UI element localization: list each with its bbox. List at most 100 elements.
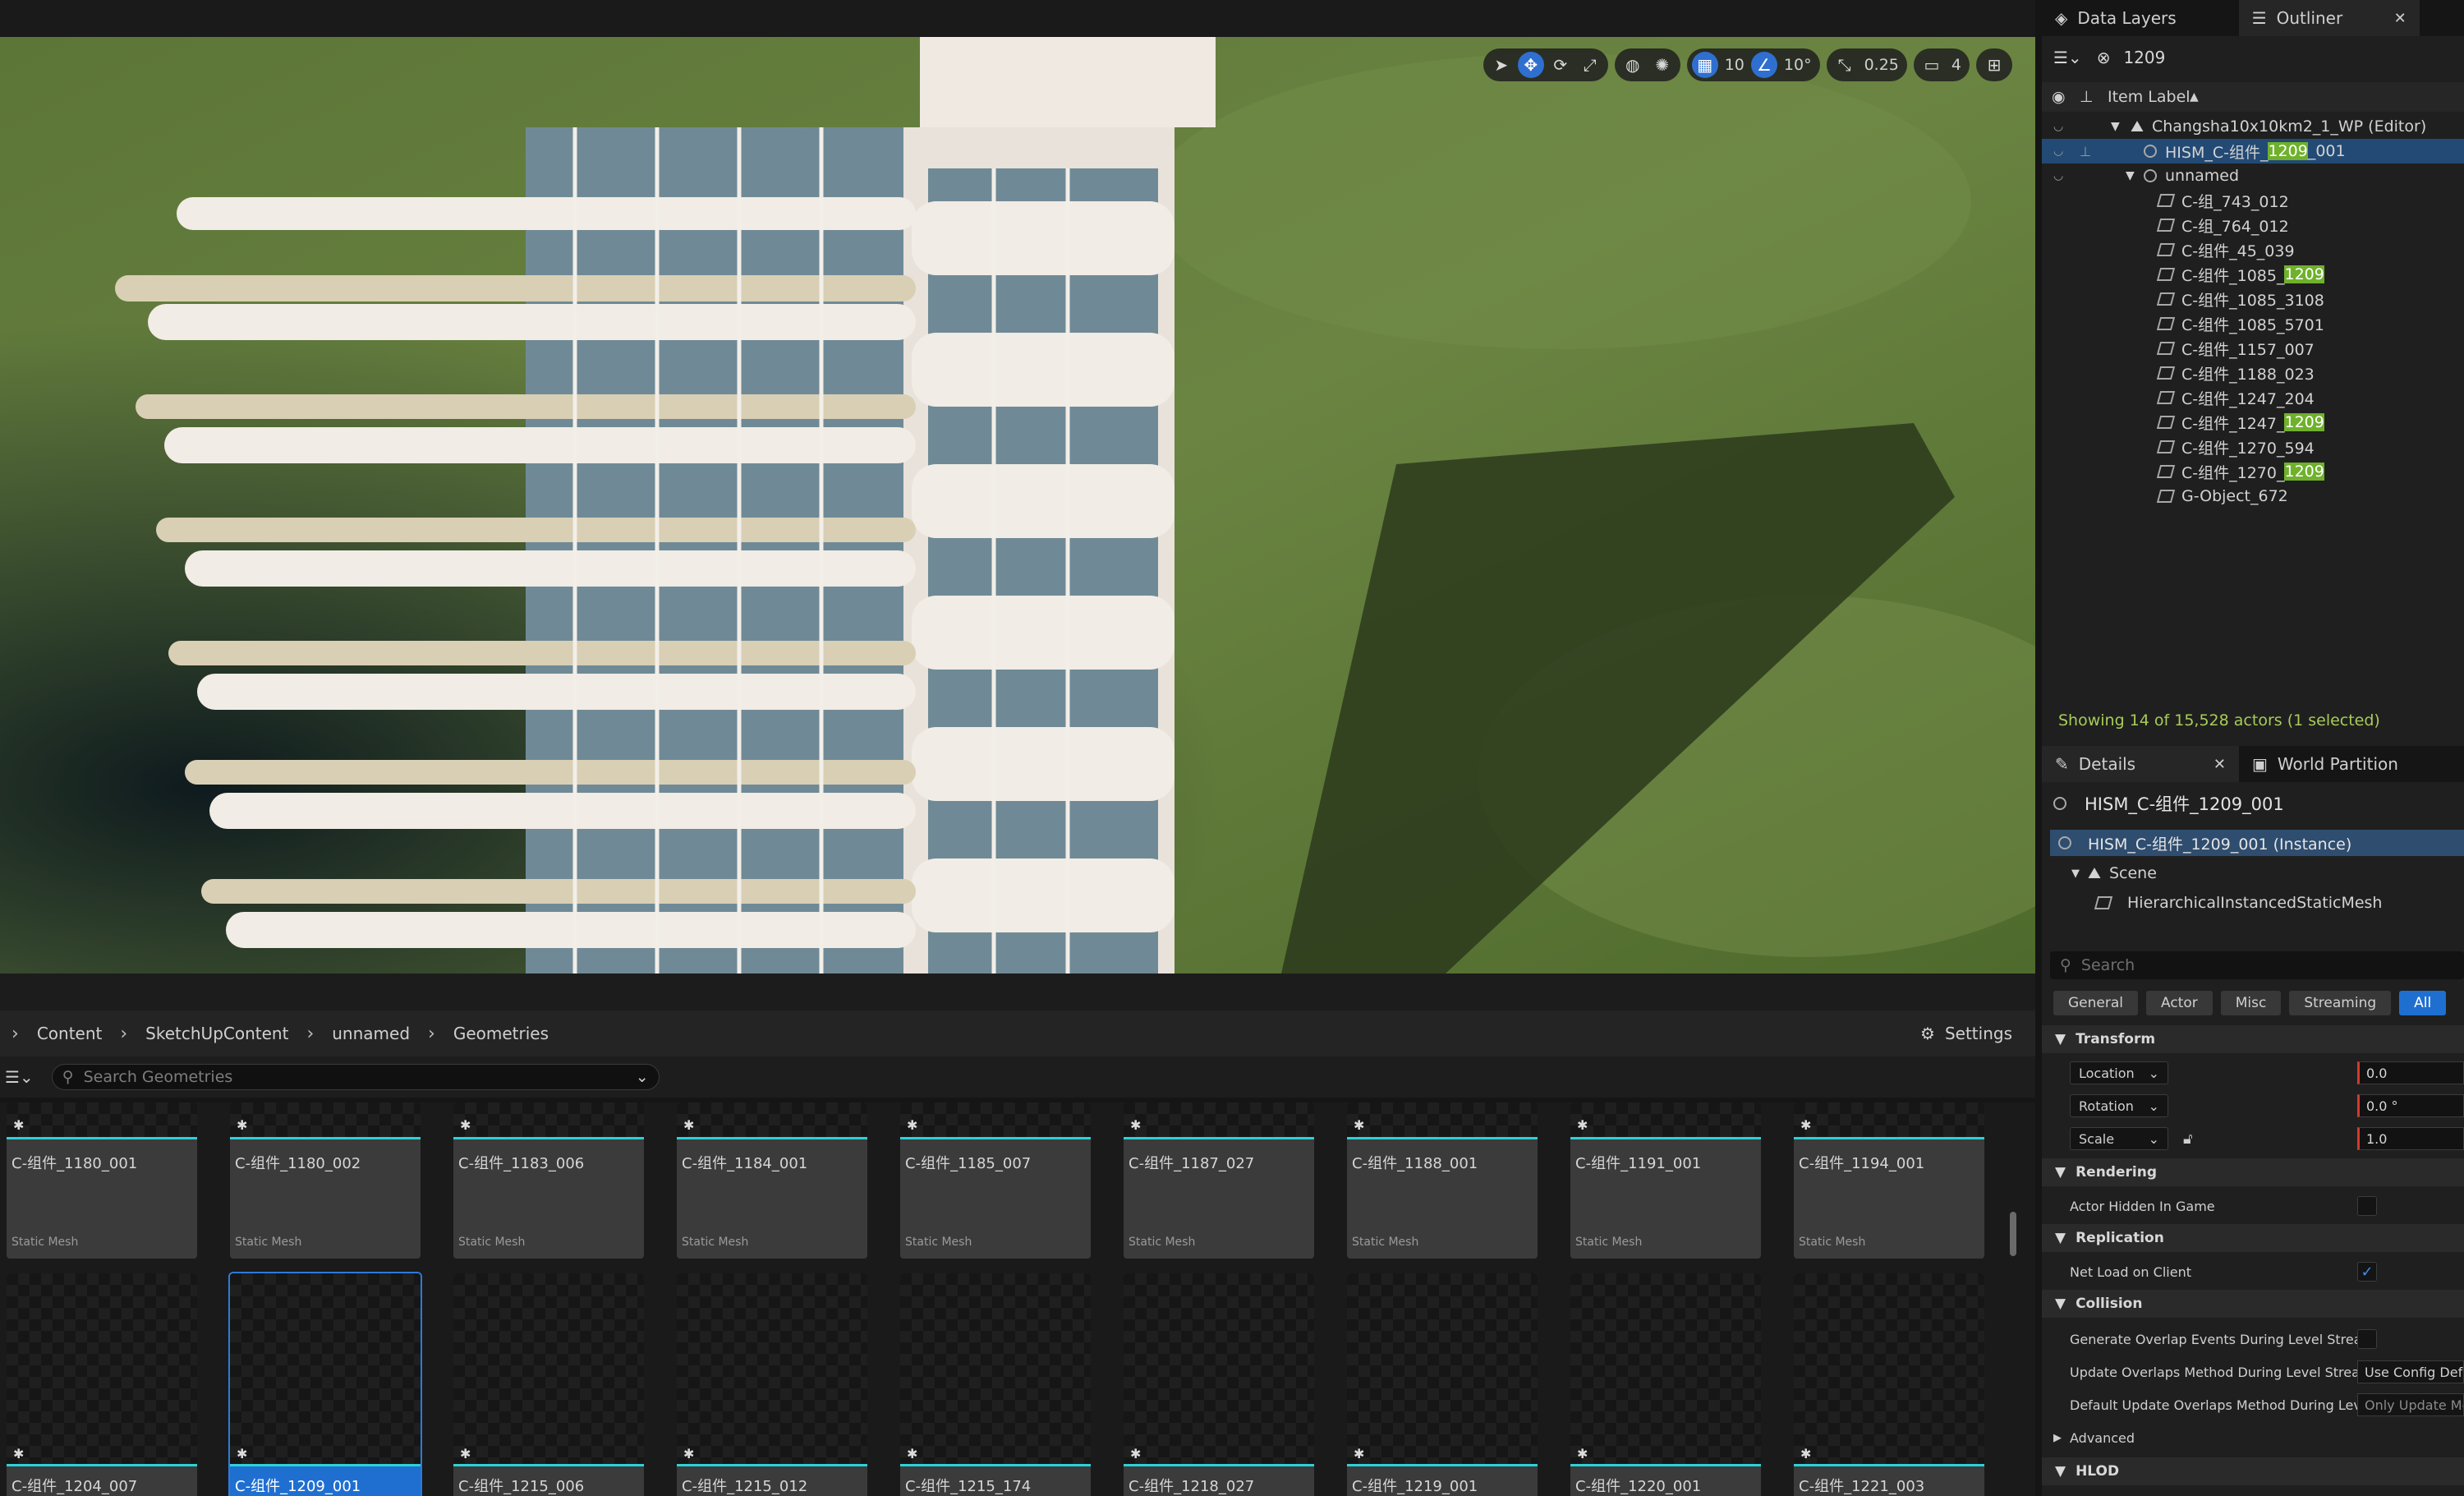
camera-speed-value[interactable]: 4 (1948, 56, 1965, 74)
grid-snap-icon[interactable]: ▦ (1691, 52, 1718, 78)
asset-tile[interactable]: ✱ C-组件_1204_007 (7, 1273, 197, 1496)
location-dropdown[interactable]: Location ⌄ (2070, 1061, 2168, 1084)
generate-overlap-checkbox[interactable] (2357, 1329, 2377, 1349)
filter-all-button[interactable]: All (2399, 991, 2447, 1015)
section-rendering[interactable]: ▼ Rendering (2042, 1158, 2464, 1186)
expand-arrow-icon[interactable]: ▼ (2071, 868, 2080, 880)
visibility-eye-icon[interactable]: ◡ (2053, 169, 2063, 182)
outliner-item-row[interactable]: C-组_743_012 (2042, 188, 2464, 213)
filter-streaming-button[interactable]: Streaming (2289, 991, 2392, 1015)
asset-tile[interactable]: ✱ C-组件_1220_001 (1570, 1273, 1761, 1496)
asset-tile[interactable]: ✱ C-组件_1184_001 Static Mesh (677, 1102, 867, 1259)
scale-dropdown[interactable]: Scale ⌄ (2070, 1127, 2168, 1150)
advanced-row[interactable]: ▶ Advanced (2042, 1421, 2464, 1454)
rotation-dropdown[interactable]: Rotation ⌄ (2070, 1094, 2168, 1117)
breadcrumb-sketchupcontent[interactable]: SketchUpContent (145, 1024, 288, 1043)
location-x-field[interactable]: 0.0 (2357, 1061, 2464, 1084)
rotate-tool-icon[interactable]: ⟳ (1547, 52, 1574, 78)
level-viewport[interactable]: ➤ ✥ ⟳ ⤢ ◍ ✺ ▦ 10 ∠ 10° ⤡ 0.25 ▭ 4 ⊞ (0, 37, 2035, 974)
outliner-item-row[interactable]: C-组件_1270_594 (2042, 435, 2464, 459)
asset-tile[interactable]: ✱ C-组件_1183_006 Static Mesh (453, 1102, 644, 1259)
asset-tile[interactable]: ✱ C-组件_1180_002 Static Mesh (230, 1102, 421, 1259)
column-item-label[interactable]: Item Label (2108, 88, 2190, 106)
close-icon[interactable]: ✕ (2394, 10, 2407, 27)
breadcrumb-content[interactable]: Content (37, 1024, 103, 1043)
outliner-item-row[interactable]: C-组件_1270_ 1209 (2042, 459, 2464, 484)
rotation-x-field[interactable]: 0.0 ° (2357, 1094, 2464, 1117)
filter-actor-button[interactable]: Actor (2146, 991, 2213, 1015)
pin-icon[interactable]: ⊥ (2080, 88, 2094, 106)
asset-tile[interactable]: ✱ C-组件_1218_027 (1124, 1273, 1314, 1496)
chevron-right-icon[interactable]: › (428, 1024, 435, 1044)
asset-tile[interactable]: ✱ C-组件_1219_001 (1347, 1273, 1538, 1496)
translate-tool-icon[interactable]: ✥ (1517, 52, 1544, 78)
close-icon[interactable]: ✕ (2213, 756, 2226, 773)
outliner-item-row[interactable]: C-组件_1157_007 (2042, 336, 2464, 361)
expand-arrow-icon[interactable]: ▼ (2111, 120, 2120, 133)
scale-x-field[interactable]: 1.0 (2357, 1127, 2464, 1150)
outliner-item-row[interactable]: C-组件_1247_204 (2042, 385, 2464, 410)
chevron-right-icon[interactable]: › (120, 1024, 127, 1044)
grid-snap-value[interactable]: 10 (1722, 56, 1748, 74)
camera-speed-icon[interactable]: ▭ (1919, 52, 1945, 78)
world-space-icon[interactable]: ◍ (1620, 52, 1646, 78)
breadcrumb-unnamed[interactable]: unnamed (332, 1024, 410, 1043)
details-instance-row[interactable]: HISM_C-组件_1209_001 (Instance) (2050, 830, 2464, 856)
outliner-item-row[interactable]: C-组件_45_039 (2042, 237, 2464, 262)
asset-grid-scrollbar[interactable] (2010, 1212, 2016, 1256)
asset-tile-selected[interactable]: ✱ C-组件_1209_001 (228, 1272, 422, 1496)
update-overlap-select[interactable]: Use Config Default (2357, 1360, 2464, 1383)
asset-tile[interactable]: ✱ C-组件_1185_007 Static Mesh (900, 1102, 1091, 1259)
filter-general-button[interactable]: General (2053, 991, 2138, 1015)
rotation-snap-icon[interactable]: ∠ (1750, 52, 1777, 78)
outliner-item-row[interactable]: C-组件_1085_ 1209 (2042, 262, 2464, 287)
actor-hidden-checkbox[interactable] (2357, 1196, 2377, 1216)
details-component-row[interactable]: HierarchicalInstancedStaticMesh (2094, 891, 2382, 915)
outliner-world-row[interactable]: ◡ ▼ ⛰ Changsha10x10km2_1_WP (Editor) (2042, 114, 2464, 139)
surface-snap-icon[interactable]: ✺ (1649, 52, 1676, 78)
asset-tile[interactable]: ✱ C-组件_1194_001 Static Mesh (1794, 1102, 1984, 1259)
outliner-search-input[interactable]: 1209 (2123, 48, 2165, 67)
default-update-select[interactable]: Only Update Movable (2357, 1393, 2464, 1416)
outliner-item-row[interactable]: C-组件_1085_3108 (2042, 287, 2464, 311)
select-tool-icon[interactable]: ➤ (1488, 52, 1515, 78)
section-collision[interactable]: ▼ Collision (2042, 1290, 2464, 1318)
asset-tile[interactable]: ✱ C-组件_1188_001 Static Mesh (1347, 1102, 1538, 1259)
breadcrumb-geometries[interactable]: Geometries (453, 1024, 549, 1043)
outliner-item-row[interactable]: G-Object_672 (2042, 484, 2464, 509)
chevron-down-icon[interactable]: ⌄ (636, 1068, 649, 1086)
expand-arrow-icon[interactable]: ▼ (2126, 169, 2135, 182)
outliner-item-row[interactable]: C-组件_1085_5701 (2042, 311, 2464, 336)
lock-icon[interactable]: 🔓︎ (2183, 1130, 2193, 1148)
settings-button[interactable]: ⚙ Settings (1920, 1010, 2012, 1056)
actor-name[interactable]: HISM_C-组件_1209_001 (2085, 791, 2284, 816)
filter-icon[interactable]: ☰⌄ (5, 1067, 34, 1087)
tab-details[interactable]: ✎ Details ✕ (2042, 746, 2239, 782)
outliner-folder-row[interactable]: ◡ ▼ unnamed (2042, 163, 2464, 188)
tab-data-layers[interactable]: ◈ Data Layers (2042, 0, 2190, 36)
outliner-item-row[interactable]: C-组件_1247_ 1209 (2042, 410, 2464, 435)
filter-misc-button[interactable]: Misc (2220, 991, 2282, 1015)
search-geometries-input[interactable]: ⚲ Search Geometries ⌄ (51, 1064, 660, 1090)
asset-tile[interactable]: ✱ C-组件_1215_006 (453, 1273, 644, 1496)
scale-snap-icon[interactable]: ⤡ (1832, 52, 1858, 78)
visibility-eye-icon[interactable]: ◡ (2053, 145, 2063, 158)
rotation-snap-value[interactable]: 10° (1781, 56, 1815, 74)
section-replication[interactable]: ▼ Replication (2042, 1224, 2464, 1252)
asset-tile[interactable]: ✱ C-组件_1215_012 (677, 1273, 867, 1496)
scale-snap-value[interactable]: 0.25 (1861, 56, 1902, 74)
outliner-item-row[interactable]: C-组_764_012 (2042, 213, 2464, 237)
visibility-eye-icon[interactable]: ◡ (2053, 120, 2063, 133)
scale-tool-icon[interactable]: ⤢ (1577, 52, 1603, 78)
outliner-selected-row[interactable]: ◡ ⊥ HISM_C-组件_ 1209 _001 (2042, 139, 2464, 163)
section-hlod[interactable]: ▼ HLOD (2042, 1457, 2464, 1485)
section-transform[interactable]: ▼ Transform (2042, 1025, 2464, 1053)
filter-icon[interactable]: ☰⌄ (2053, 48, 2082, 67)
chevron-right-icon[interactable]: › (11, 1024, 19, 1044)
pin-icon[interactable]: ⊥ (2080, 144, 2091, 159)
asset-tile[interactable]: ✱ C-组件_1191_001 Static Mesh (1570, 1102, 1761, 1259)
details-search-input[interactable]: ⚲ Search (2050, 951, 2464, 979)
tab-world-partition[interactable]: ▣ World Partition (2239, 746, 2411, 782)
chevron-right-icon[interactable]: › (306, 1024, 314, 1044)
clear-search-icon[interactable]: ⊗ (2097, 48, 2111, 67)
